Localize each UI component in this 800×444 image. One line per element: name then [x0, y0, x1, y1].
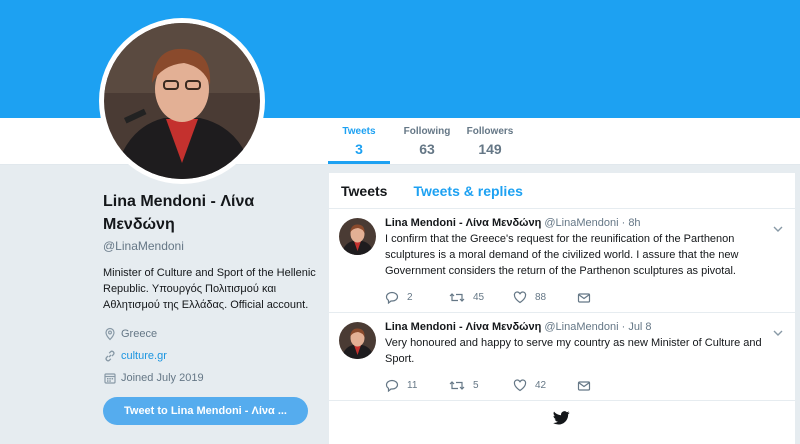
profile-meta: Greece culture.gr Joined July 2019 [103, 323, 318, 389]
reply-button[interactable]: 2 [385, 291, 449, 304]
stat-following[interactable]: Following 63 [396, 118, 458, 164]
stat-value: 63 [419, 141, 435, 157]
tweet-text: I confirm that the Greece's request for … [385, 233, 739, 277]
profile-card: Lina Mendoni - Λίνα Μενδώνη @LinaMendoni… [103, 190, 318, 425]
website-link[interactable]: culture.gr [121, 350, 167, 362]
tweet-timestamp[interactable]: · Jul 8 [622, 321, 652, 333]
profile-name[interactable]: Lina Mendoni - Λίνα Μενδώνη [103, 190, 318, 236]
tweet-avatar[interactable] [339, 322, 376, 359]
like-count: 42 [535, 380, 547, 391]
like-button[interactable]: 88 [513, 291, 577, 304]
tweet-header: Lina Mendoni - Λίνα Μενδώνη @LinaMendoni… [385, 217, 783, 229]
stat-label: Tweets [342, 126, 376, 137]
stat-followers[interactable]: Followers 149 [459, 118, 521, 164]
chevron-down-icon[interactable] [773, 219, 783, 237]
reply-button[interactable]: 11 [385, 379, 449, 392]
reply-count: 11 [407, 380, 418, 391]
heart-icon [513, 291, 527, 304]
retweet-button[interactable]: 5 [449, 379, 513, 392]
twitter-bird-icon [553, 411, 570, 430]
stat-tweets[interactable]: Tweets 3 [328, 118, 390, 164]
retweet-icon [449, 293, 465, 302]
calendar-icon [103, 371, 117, 385]
location-text: Greece [121, 328, 158, 340]
tab-tweets-and-replies[interactable]: Tweets & replies [413, 183, 522, 199]
tweet-author-handle[interactable]: @LinaMendoni [544, 321, 618, 333]
tweet-author-name[interactable]: Lina Mendoni - Λίνα Μενδώνη [385, 217, 541, 229]
location-pin-icon [103, 327, 117, 341]
tweet-timestamp[interactable]: · 8h [622, 217, 641, 229]
heart-icon [513, 379, 527, 392]
profile-location: Greece [103, 323, 318, 345]
profile-handle[interactable]: @LinaMendoni [103, 239, 318, 253]
profile-avatar[interactable] [99, 18, 265, 184]
tweet-author-name[interactable]: Lina Mendoni - Λίνα Μενδώνη [385, 321, 541, 333]
profile-stats: Tweets 3 Following 63 Followers 149 [328, 118, 513, 164]
stat-label: Followers [466, 126, 514, 137]
avatar-photo [104, 23, 260, 179]
retweet-button[interactable]: 45 [449, 291, 513, 304]
retweet-count: 45 [473, 292, 485, 303]
reply-icon [385, 379, 399, 392]
profile-bio: Minister of Culture and Sport of the Hel… [103, 267, 316, 311]
tweet-actions: 11 5 42 [385, 379, 783, 392]
dm-button[interactable] [577, 379, 641, 392]
dm-button[interactable] [577, 291, 641, 304]
chevron-down-icon[interactable] [773, 323, 783, 341]
tweet-item[interactable]: Lina Mendoni - Λίνα Μενδώνη @LinaMendoni… [329, 313, 795, 401]
timeline-tabs: Tweets Tweets & replies [329, 173, 795, 209]
reply-count: 2 [407, 292, 413, 303]
stat-value: 149 [478, 141, 502, 157]
timeline: Tweets Tweets & replies Lina Mendoni - Λ… [329, 173, 795, 444]
tweet-author-handle[interactable]: @LinaMendoni [544, 217, 618, 229]
tweet-header: Lina Mendoni - Λίνα Μενδώνη @LinaMendoni… [385, 321, 783, 333]
like-button[interactable]: 42 [513, 379, 577, 392]
envelope-icon [577, 292, 591, 303]
profile-joined: Joined July 2019 [103, 367, 318, 389]
link-icon [103, 349, 117, 363]
reply-icon [385, 291, 399, 304]
joined-text: Joined July 2019 [121, 372, 204, 384]
tweet-to-button[interactable]: Tweet to Lina Mendoni - Λίνα ... [103, 397, 308, 425]
retweet-count: 5 [473, 380, 479, 391]
envelope-icon [577, 380, 591, 391]
stat-label: Following [403, 126, 451, 137]
profile-website: culture.gr [103, 345, 318, 367]
tweet-actions: 2 45 88 [385, 291, 783, 304]
stat-value: 3 [355, 141, 363, 157]
retweet-icon [449, 381, 465, 390]
tweet-item[interactable]: Lina Mendoni - Λίνα Μενδώνη @LinaMendoni… [329, 209, 795, 313]
tweet-avatar[interactable] [339, 218, 376, 255]
tab-tweets[interactable]: Tweets [341, 183, 387, 199]
like-count: 88 [535, 292, 547, 303]
tweet-text: Very honoured and happy to serve my coun… [385, 337, 762, 365]
